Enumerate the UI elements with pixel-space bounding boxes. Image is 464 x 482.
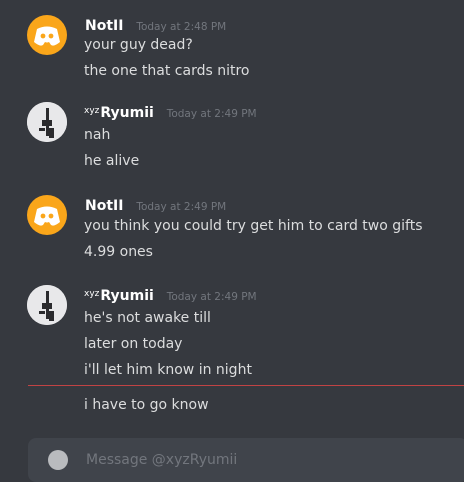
username[interactable]: xyzRyumii <box>84 105 159 121</box>
message-text: 4.99 ones <box>84 244 153 260</box>
avatar[interactable] <box>27 285 67 325</box>
message-input[interactable] <box>84 448 448 472</box>
message-header: xyzRyumii Today at 2:49 PM <box>84 285 257 304</box>
username-text: NotII <box>85 198 124 214</box>
new-messages-divider <box>28 385 464 386</box>
username-prefix: xyz <box>84 289 100 299</box>
add-attachment-icon[interactable] <box>48 450 68 470</box>
message-header: xyzRyumii Today at 2:49 PM <box>84 102 257 121</box>
discord-logo-icon <box>34 206 60 226</box>
message-text: your guy dead? <box>84 37 193 53</box>
username[interactable]: NotII <box>84 198 128 214</box>
timestamp: Today at 2:49 PM <box>166 291 257 303</box>
username-prefix: xyz <box>84 106 100 116</box>
message-composer <box>28 438 464 482</box>
discord-logo-icon <box>34 26 60 46</box>
message-header: NotII Today at 2:49 PM <box>84 195 227 214</box>
avatar[interactable] <box>27 15 67 55</box>
photo-avatar-icon <box>27 102 67 142</box>
message-text: you think you could try get him to card … <box>84 218 423 234</box>
chat-messages: NotII Today at 2:48 PM your guy dead? th… <box>0 0 464 458</box>
username[interactable]: xyzRyumii <box>84 288 159 304</box>
message-text: the one that cards nitro <box>84 63 250 79</box>
username-text: NotII <box>85 18 124 34</box>
message-text: he's not awake till <box>84 310 211 326</box>
username-text: Ryumii <box>100 105 154 121</box>
photo-avatar-icon <box>27 285 67 325</box>
message-text: i'll let him know in night <box>84 362 252 378</box>
message-text: he alive <box>84 153 140 169</box>
message-header: NotII Today at 2:48 PM <box>84 15 227 34</box>
message-text: later on today <box>84 336 183 352</box>
avatar[interactable] <box>27 195 67 235</box>
message-text: i have to go know <box>84 397 209 413</box>
message-text: nah <box>84 127 111 143</box>
timestamp: Today at 2:48 PM <box>136 21 227 33</box>
timestamp: Today at 2:49 PM <box>166 108 257 120</box>
username-text: Ryumii <box>100 288 154 304</box>
avatar[interactable] <box>27 102 67 142</box>
username[interactable]: NotII <box>84 18 128 34</box>
timestamp: Today at 2:49 PM <box>136 201 227 213</box>
